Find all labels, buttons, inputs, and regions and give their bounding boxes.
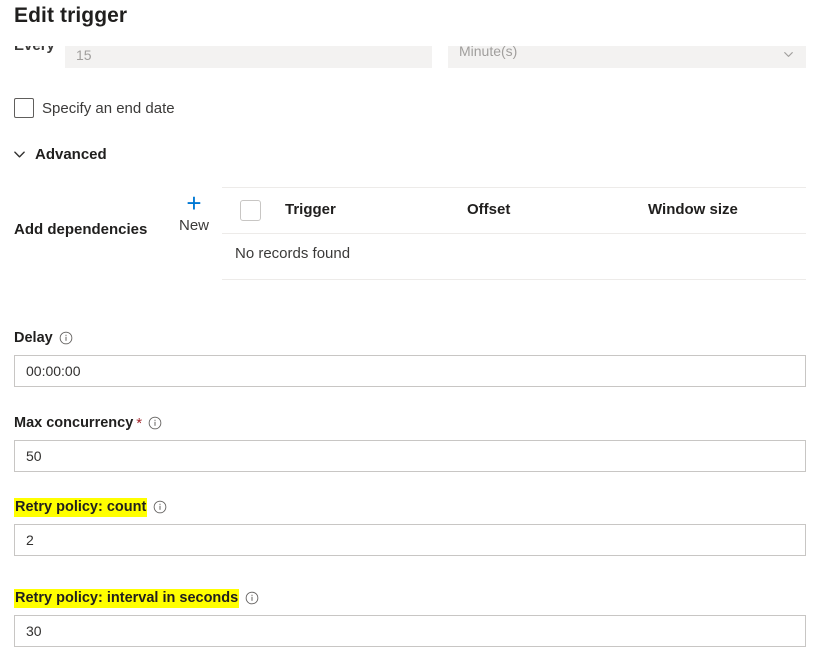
field-retry-interval-label-text: Retry policy: interval in seconds (14, 588, 240, 608)
field-delay: Delay (14, 328, 806, 387)
required-marker: * (136, 414, 143, 432)
column-header-offset: Offset (467, 201, 511, 218)
new-dependency-button[interactable]: + New (172, 190, 216, 234)
field-retry-count-label: Retry policy: count (14, 497, 806, 517)
field-retry-interval: Retry policy: interval in seconds (14, 588, 806, 647)
max-concurrency-input[interactable] (14, 440, 806, 472)
plus-icon: + (186, 188, 202, 218)
add-dependencies-label: Add dependencies (14, 221, 148, 238)
dependencies-table-body: No records found (222, 234, 806, 280)
select-all-checkbox[interactable] (240, 200, 261, 221)
specify-end-date-row[interactable]: Specify an end date (14, 98, 175, 118)
recurrence-row: Every Minute(s) (0, 46, 828, 76)
recurrence-unit-value: Minute(s) (459, 46, 518, 59)
info-icon[interactable] (245, 591, 259, 605)
dependencies-table-header: Trigger Offset Window size (222, 188, 806, 234)
column-header-trigger: Trigger (285, 201, 336, 218)
field-max-concurrency: Max concurrency * (14, 413, 806, 472)
specify-end-date-label: Specify an end date (42, 99, 175, 117)
field-delay-label: Delay (14, 328, 806, 348)
chevron-down-icon (13, 148, 26, 161)
page-title: Edit trigger (14, 4, 128, 27)
chevron-down-icon (784, 46, 793, 57)
delay-input[interactable] (14, 355, 806, 387)
retry-interval-input[interactable] (14, 615, 806, 647)
info-icon[interactable] (148, 416, 162, 430)
advanced-section-toggle[interactable]: Advanced (13, 146, 107, 163)
field-max-concurrency-label: Max concurrency * (14, 413, 806, 433)
field-max-concurrency-label-text: Max concurrency (14, 415, 134, 431)
field-retry-count: Retry policy: count (14, 497, 806, 556)
dependencies-table: Trigger Offset Window size No records fo… (222, 187, 806, 280)
field-retry-count-label-text: Retry policy: count (14, 497, 148, 517)
new-dependency-label: New (178, 217, 209, 234)
every-label: Every (14, 46, 55, 54)
no-records-message: No records found (235, 245, 351, 262)
retry-count-input[interactable] (14, 524, 806, 556)
info-icon[interactable] (153, 500, 167, 514)
advanced-section-label: Advanced (35, 146, 107, 163)
field-delay-label-text: Delay (14, 330, 53, 346)
specify-end-date-checkbox[interactable] (14, 98, 34, 118)
every-interval-input[interactable] (65, 46, 432, 68)
column-header-window-size: Window size (648, 201, 738, 218)
info-icon[interactable] (59, 331, 73, 345)
field-retry-interval-label: Retry policy: interval in seconds (14, 588, 806, 608)
recurrence-unit-select[interactable]: Minute(s) (448, 46, 806, 68)
